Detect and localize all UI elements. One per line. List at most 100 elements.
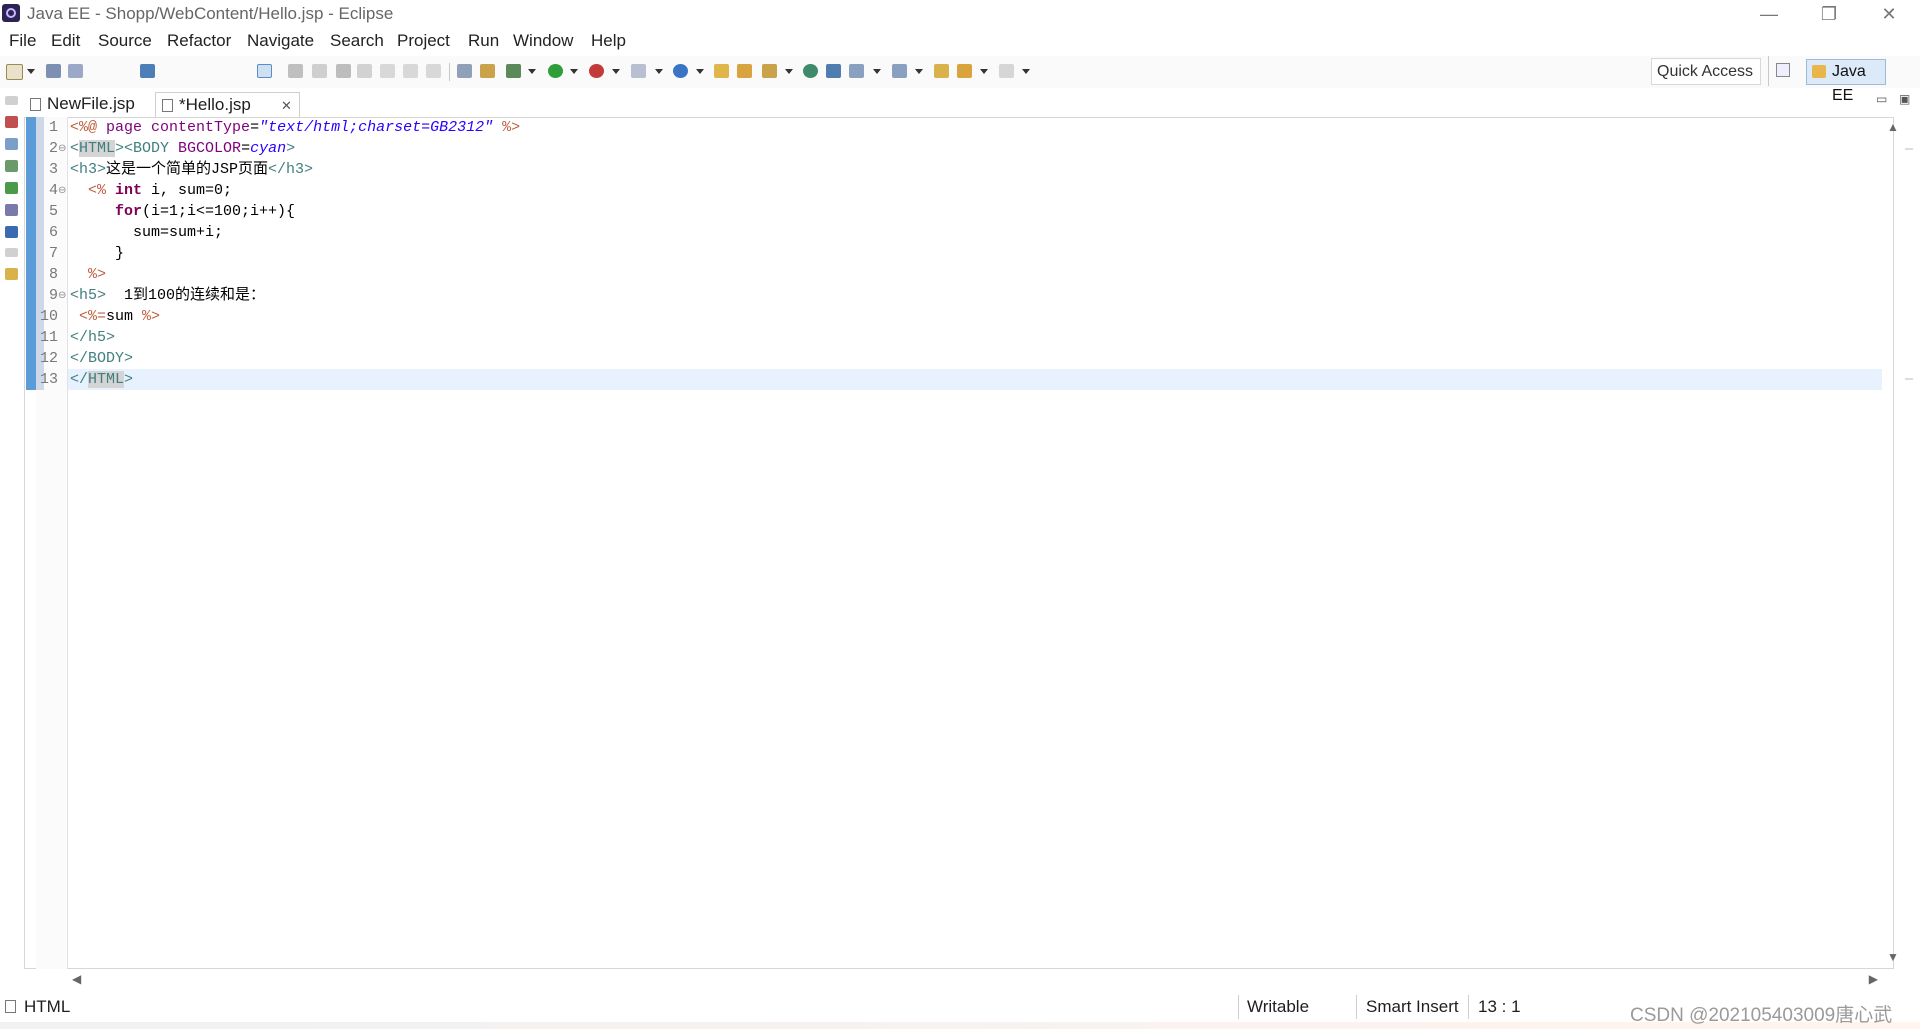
wizard-icon[interactable]: [480, 64, 495, 78]
code-line[interactable]: <h5> 1到100的连续和是：: [70, 285, 265, 306]
code-line[interactable]: </HTML>: [70, 369, 133, 390]
code-line[interactable]: }: [70, 243, 124, 264]
open-console-icon[interactable]: [140, 64, 155, 78]
menu-navigate[interactable]: Navigate: [247, 31, 314, 51]
new-dropdown-icon[interactable]: [27, 69, 35, 74]
new-class-dropdown-icon[interactable]: [696, 69, 704, 74]
menu-project[interactable]: Project: [397, 31, 450, 51]
overview-ruler-mark[interactable]: [1905, 148, 1913, 150]
run-server-icon[interactable]: [589, 64, 604, 78]
maximize-editor-icon[interactable]: ▣: [1899, 92, 1910, 106]
project-explorer-icon[interactable]: [5, 116, 18, 128]
menu-edit[interactable]: Edit: [51, 31, 80, 51]
minimize-button[interactable]: —: [1740, 0, 1798, 28]
search-dropdown-icon[interactable]: [785, 69, 793, 74]
new-icon[interactable]: [6, 64, 23, 80]
forward-icon[interactable]: [999, 64, 1014, 78]
web-browser-icon[interactable]: [803, 64, 818, 78]
step-into-icon[interactable]: [380, 64, 395, 78]
menu-search[interactable]: Search: [330, 31, 384, 51]
menu-window[interactable]: Window: [513, 31, 573, 51]
menu-file[interactable]: File: [9, 31, 36, 51]
tab-hello-jsp[interactable]: *Hello.jsp ✕: [155, 92, 300, 117]
suspend-icon[interactable]: [312, 64, 327, 78]
prev-annotation-icon[interactable]: [892, 64, 907, 78]
code-line[interactable]: <%@ page contentType="text/html;charset=…: [70, 117, 520, 138]
code-token: <h5>: [70, 287, 107, 304]
debug-dropdown-icon[interactable]: [528, 69, 536, 74]
task-list-icon[interactable]: [457, 64, 472, 78]
forward-dropdown-icon[interactable]: [1022, 69, 1030, 74]
java-ee-perspective-button[interactable]: Java EE: [1806, 59, 1886, 104]
code-line[interactable]: </h5>: [70, 327, 115, 348]
back-dropdown-icon[interactable]: [980, 69, 988, 74]
restore-button[interactable]: ❐: [1800, 0, 1858, 28]
save-all-icon[interactable]: [68, 64, 83, 78]
menu-run[interactable]: Run: [468, 31, 499, 51]
quick-access-field[interactable]: Quick Access: [1651, 58, 1761, 85]
fold-toggle-icon[interactable]: ⊖: [58, 285, 66, 306]
new-server-icon[interactable]: [631, 64, 646, 78]
restore-icon[interactable]: [5, 96, 18, 105]
scroll-down-icon[interactable]: ▼: [1887, 950, 1899, 964]
menu-refactor[interactable]: Refactor: [167, 31, 231, 51]
overview-ruler-mark[interactable]: [1905, 378, 1913, 380]
run-icon[interactable]: [548, 64, 563, 78]
disconnect-icon[interactable]: [357, 64, 372, 78]
fold-toggle-icon[interactable]: ⊖: [58, 138, 66, 159]
close-window-button[interactable]: ✕: [1860, 0, 1918, 28]
restore-icon[interactable]: [5, 248, 18, 257]
skip-breakpoints-icon[interactable]: [257, 64, 272, 78]
menu-source[interactable]: Source: [98, 31, 152, 51]
back-icon[interactable]: [957, 64, 972, 78]
minimize-editor-icon[interactable]: ▭: [1876, 92, 1887, 106]
close-tab-icon[interactable]: ✕: [281, 94, 292, 118]
tab-newfile-jsp[interactable]: NewFile.jsp: [24, 92, 152, 117]
code-line[interactable]: </BODY>: [70, 348, 133, 369]
code-line[interactable]: <%=sum %>: [70, 306, 160, 327]
annotation-dropdown-icon[interactable]: [873, 69, 881, 74]
code-token: HTML: [79, 140, 116, 157]
code-line[interactable]: sum=sum+i;: [70, 222, 223, 243]
terminate-icon[interactable]: [336, 64, 351, 78]
code-editor[interactable]: [24, 117, 1894, 969]
scroll-up-icon[interactable]: ▲: [1887, 120, 1899, 134]
step-over-icon[interactable]: [403, 64, 418, 78]
open-type-icon[interactable]: [714, 64, 729, 78]
code-line[interactable]: <HTML><BODY BGCOLOR=cyan>: [70, 138, 295, 159]
prev-annotation-dropdown-icon[interactable]: [915, 69, 923, 74]
jsp-file-icon: [162, 99, 173, 112]
code-line[interactable]: %>: [70, 264, 106, 285]
horizontal-scrollbar[interactable]: ◀ ▶: [70, 972, 1880, 988]
outline-icon[interactable]: [5, 138, 18, 150]
fold-toggle-icon[interactable]: ⊖: [58, 180, 66, 201]
code-token: page: [106, 119, 152, 136]
last-edit-location-icon[interactable]: [934, 64, 949, 78]
code-line[interactable]: for(i=1;i<=100;i++){: [70, 201, 295, 222]
data-source-icon[interactable]: [5, 268, 18, 280]
scroll-left-icon[interactable]: ◀: [72, 972, 81, 986]
line-number: 12: [39, 350, 58, 367]
code-line[interactable]: <h3>这是一个简单的JSP页面</h3>: [70, 159, 313, 180]
scroll-right-icon[interactable]: ▶: [1869, 972, 1878, 986]
annotation-icon[interactable]: [826, 64, 841, 78]
next-annotation-icon[interactable]: [849, 64, 864, 78]
search-icon[interactable]: [762, 64, 777, 78]
task-list-view-icon[interactable]: [5, 160, 18, 172]
debug-icon[interactable]: [506, 64, 521, 78]
new-class-icon[interactable]: [673, 64, 688, 78]
markers-icon[interactable]: [5, 182, 18, 194]
open-resource-icon[interactable]: [737, 64, 752, 78]
new-server-dropdown-icon[interactable]: [655, 69, 663, 74]
code-token: <%=: [70, 308, 107, 325]
open-perspective-icon[interactable]: [1776, 63, 1790, 77]
run-dropdown-icon[interactable]: [570, 69, 578, 74]
resume-icon[interactable]: [288, 64, 303, 78]
servers-icon[interactable]: [5, 226, 18, 238]
code-line[interactable]: <% int i, sum=0;: [70, 180, 232, 201]
server-dropdown-icon[interactable]: [612, 69, 620, 74]
menu-help[interactable]: Help: [591, 31, 626, 51]
step-return-icon[interactable]: [426, 64, 441, 78]
properties-icon[interactable]: [5, 204, 18, 216]
save-icon[interactable]: [46, 64, 61, 78]
